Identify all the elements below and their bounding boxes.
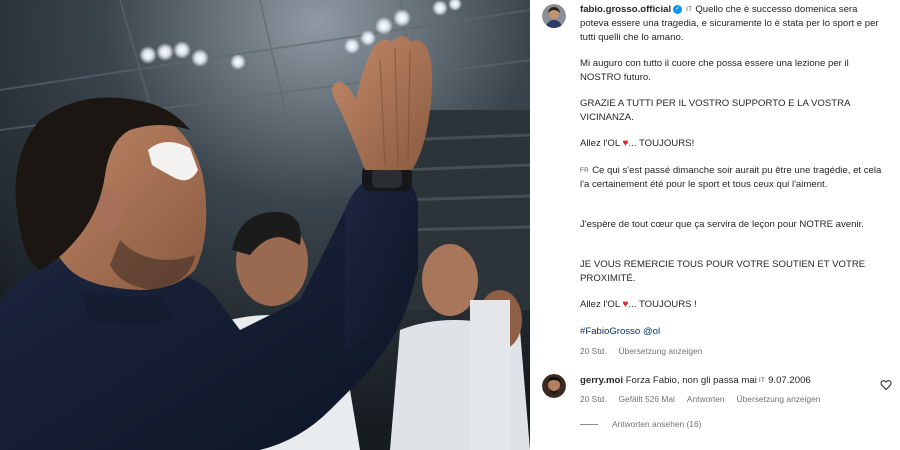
caption-tags: #FabioGrosso @ol [580, 325, 886, 339]
allez-text: Allez l'OL [580, 138, 620, 149]
comment-meta: 20 Std. Gefällt 526 Mal Antworten Übersetzu… [580, 394, 832, 404]
view-replies-label: Antworten ansehen (16) [612, 419, 702, 429]
lang-flag-it: IT [686, 6, 693, 13]
comment-text: gerry.moi Forza Fabio, non gli passa mai… [580, 374, 870, 388]
post-panel: fabio.grosso.official ✓ IT Quello che è suc… [530, 0, 900, 450]
comment-reply-button[interactable]: Antworten [687, 394, 725, 404]
post-time: 20 Std. [580, 346, 607, 356]
toujours-text: ... TOUJOURS! [628, 138, 695, 149]
caption-text-5: Ce qui s'est passé dimanche soir aurait … [580, 165, 882, 190]
verified-badge-icon: ✓ [673, 4, 683, 14]
caption-paragraph-6: J'espère de tout cœur que ça servira de … [580, 219, 864, 230]
comment-body-2: 9.07.2006 [768, 375, 811, 386]
view-replies-button[interactable]: Antworten ansehen (16) [580, 419, 701, 429]
caption-paragraph-4: Allez l'OL ♥... TOUJOURS! [580, 137, 886, 151]
toujours-text-2: ... TOUJOURS ! [628, 299, 697, 310]
photo-image [0, 0, 530, 450]
caption-paragraph-1: fabio.grosso.official ✓ IT Quello che è suc… [580, 3, 886, 45]
comment-translate-link[interactable]: Übersetzung anzeigen [737, 394, 821, 404]
commenter-username[interactable]: gerry.moi [580, 375, 623, 386]
caption-paragraph-7: JE VOUS REMERCIE TOUS POUR VOTRE SOUTIEN… [580, 259, 866, 284]
caption-paragraph-2: Mi auguro con tutto il cuore che possa e… [580, 58, 849, 83]
author-avatar[interactable] [542, 4, 566, 28]
comment-body: Forza Fabio, non gli passa mai [625, 375, 757, 386]
hashtag-link[interactable]: #FabioGrosso [580, 326, 640, 337]
comment-time: 20 Std. [580, 394, 607, 404]
mention-link[interactable]: @ol [643, 326, 660, 337]
post-meta: 20 Std. Übersetzung anzeigen [580, 346, 714, 356]
allez-text-2: Allez l'OL [580, 299, 620, 310]
heart-outline-icon [880, 380, 892, 391]
author-username[interactable]: fabio.grosso.official [580, 4, 671, 15]
comment-likes[interactable]: Gefällt 526 Mal [619, 394, 675, 404]
post-translate-link[interactable]: Übersetzung anzeigen [619, 346, 703, 356]
lang-flag-fr: FR [580, 167, 590, 174]
comment-like-button[interactable] [880, 378, 892, 391]
caption-paragraph-3: GRAZIE A TUTTI PER IL VOSTRO SUPPORTO E … [580, 98, 850, 123]
replies-divider [580, 423, 598, 425]
caption-paragraph-8: Allez l'OL ♥... TOUJOURS ! [580, 298, 886, 312]
comment-lang-flag: IT [758, 377, 766, 384]
post-photo[interactable] [0, 0, 530, 450]
commenter-avatar[interactable] [542, 374, 566, 398]
caption-paragraph-5: FR Ce qui s'est passé dimanche soir aurai… [580, 164, 886, 192]
